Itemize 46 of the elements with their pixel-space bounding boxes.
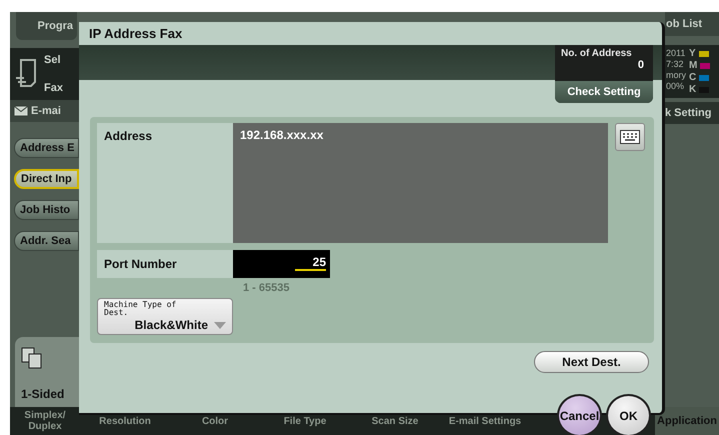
port-label: Port Number bbox=[97, 250, 233, 278]
next-destination-button[interactable]: Next Dest. bbox=[534, 351, 649, 373]
function-tab[interactable]: Resolution bbox=[80, 416, 170, 426]
address-count-label: No. of Address bbox=[560, 47, 633, 59]
machine-type-dropdown[interactable]: Machine Type of Dest. Black&White bbox=[97, 298, 233, 335]
ok-button[interactable]: OK bbox=[606, 394, 651, 435]
function-tab[interactable]: Simplex/ Duplex bbox=[10, 410, 80, 432]
function-tab[interactable]: E-mail Settings bbox=[440, 416, 530, 426]
side-button[interactable]: Job Histo bbox=[14, 200, 79, 220]
source-title: Sel bbox=[44, 54, 62, 66]
keyboard-icon bbox=[620, 130, 640, 144]
pages-icon bbox=[21, 347, 43, 369]
function-tab[interactable]: File Type bbox=[260, 416, 350, 426]
envelope-icon bbox=[14, 106, 28, 116]
status-text: 2011 bbox=[666, 48, 686, 58]
dialog-title: IP Address Fax bbox=[88, 25, 184, 43]
side-button[interactable]: Direct Inp bbox=[14, 169, 79, 189]
keyboard-button[interactable] bbox=[615, 123, 645, 151]
toner-label: C bbox=[689, 72, 696, 83]
status-text: 00% bbox=[666, 81, 686, 91]
duplex-label: 1-Sided bbox=[21, 387, 64, 401]
function-tab[interactable]: Color bbox=[170, 416, 260, 426]
port-range: 1 - 65535 bbox=[243, 282, 290, 294]
document-icon bbox=[15, 58, 39, 88]
address-label: Address bbox=[97, 123, 233, 243]
port-field[interactable]: 25 bbox=[233, 250, 330, 278]
side-button[interactable]: Addr. Sea bbox=[14, 231, 79, 251]
address-field[interactable]: 192.168.xxx.xx bbox=[233, 123, 608, 243]
check-setting-tab[interactable]: k Setting bbox=[665, 102, 719, 124]
side-button[interactable]: Address E bbox=[14, 138, 79, 158]
job-list-tab[interactable]: ob List bbox=[665, 12, 719, 36]
address-count: 0 bbox=[636, 59, 645, 71]
check-setting-button[interactable]: Check Setting bbox=[555, 81, 653, 103]
email-label: E-mai bbox=[31, 105, 61, 117]
email-tab[interactable]: E-mai bbox=[10, 100, 79, 122]
duplex-tile[interactable]: 1-Sided bbox=[15, 337, 79, 407]
toner-label: K bbox=[689, 84, 696, 95]
program-tab[interactable]: Progra bbox=[16, 12, 77, 40]
source-mode: Fax bbox=[44, 82, 64, 94]
function-tab[interactable]: Scan Size bbox=[350, 416, 440, 426]
cancel-button[interactable]: Cancel bbox=[557, 394, 602, 435]
toner-label: M bbox=[689, 60, 698, 71]
caret-icon bbox=[214, 322, 226, 329]
toner-label: Y bbox=[689, 48, 696, 59]
status-text: 7:32 bbox=[666, 59, 685, 69]
status-text: mory bbox=[666, 70, 686, 80]
